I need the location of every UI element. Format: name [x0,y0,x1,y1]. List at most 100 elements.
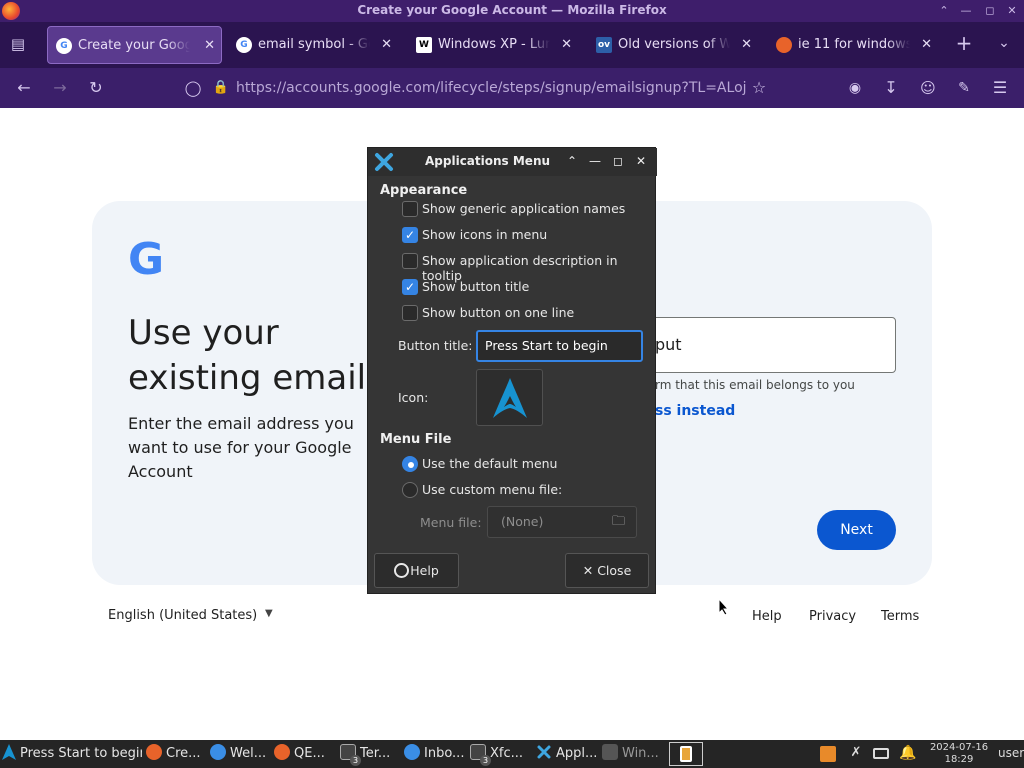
tab-ie11[interactable]: ie 11 for windows 10 ✕ [768,26,938,64]
tab-close-icon[interactable]: ✕ [381,26,392,64]
tab-close-icon[interactable]: ✕ [921,26,932,64]
appmenu-icon [536,744,552,760]
window-titlebar: Create your Google Account — Mozilla Fir… [0,0,1024,22]
dialog-shade-icon[interactable]: ⌃ [564,153,580,169]
workspace-thumbnail-icon [680,746,692,762]
close-window-icon[interactable]: ✕ [1004,3,1020,19]
icon-label: Icon: [398,390,429,405]
footer-help-link[interactable]: Help [752,609,782,624]
minimize-icon[interactable]: — [958,3,974,19]
default-menu-radio[interactable] [402,456,418,472]
next-button[interactable]: Next [817,510,896,550]
help-icon [394,563,410,578]
hamburger-menu-icon[interactable]: ☰ [988,76,1012,100]
download-icon[interactable]: ↧ [879,76,903,100]
navigation-toolbar: ← → ↻ ◯ 🔒 https://accounts.google.com/li… [0,68,1024,108]
notification-bell-icon[interactable]: 🔔 [899,745,917,763]
reload-icon[interactable]: ↻ [84,76,108,100]
extensions-puzzle-icon[interactable]: ✎ [952,76,976,100]
firefox-logo-icon[interactable] [2,2,20,20]
help-button-label: Help [410,563,439,578]
taskbar-item-label: Xfc... [490,746,524,761]
taskbar-item-window[interactable]: Win... [602,743,662,765]
icon-chooser-button[interactable] [476,369,543,426]
pocket-icon[interactable]: ◉ [843,76,867,100]
url-bar[interactable]: https://accounts.google.com/lifecycle/st… [236,78,746,98]
tab-create-google-account[interactable]: G Create your Google Account ✕ [47,26,222,64]
battery-icon[interactable] [873,748,889,759]
xfce-badge: 3 [480,755,491,766]
google-logo-icon: G [128,234,165,285]
close-icon: ✕ [582,563,594,578]
email-field-placeholder: put [655,335,682,354]
account-icon[interactable]: ☺ [916,76,940,100]
workspace-switcher[interactable] [669,742,703,766]
dialog-close-icon[interactable]: ✕ [633,153,649,169]
folder-icon: 🗀 [612,514,626,529]
taskbar-item-label: QE... [294,746,325,761]
tab-close-icon[interactable]: ✕ [561,26,572,64]
tab-email-symbol[interactable]: G email symbol - Google Search ✕ [228,26,398,64]
taskbar-item-label: Inbo... [424,746,465,761]
tab-close-icon[interactable]: ✕ [741,26,752,64]
globe-icon [210,744,226,760]
shield-icon[interactable]: ◯ [181,76,205,100]
taskbar-item-terminal[interactable]: Ter... [340,743,400,765]
back-arrow-icon[interactable]: ← [12,76,36,100]
tooltip-description-checkbox[interactable] [402,253,418,269]
chevron-up-icon[interactable]: ⌃ [936,3,952,19]
one-line-checkbox[interactable] [402,305,418,321]
tab-overview-icon[interactable]: ▤ [8,35,28,55]
network-off-icon[interactable]: ✗ [847,745,865,763]
tab-windows-xp-luna[interactable]: W Windows XP - Luna ✕ [408,26,578,64]
google-icon: G [56,38,72,54]
taskbar-item-appmenu[interactable]: Appl... [536,743,598,765]
terminal-badge: 3 [350,755,361,766]
dialog-titlebar: Applications Menu ⌃ — ◻ ✕ [368,148,657,176]
taskbar-item-qemu[interactable]: QE... [274,743,336,765]
email-hint: rm that this email belongs to you [655,378,855,392]
help-button[interactable]: Help [374,553,459,588]
dialog-minimize-icon[interactable]: — [587,153,603,169]
tab-old-versions-windows[interactable]: ov Old versions of Windows ✕ [588,26,758,64]
show-button-title-checkbox[interactable]: ✓ [402,279,418,295]
forward-arrow-icon[interactable]: → [48,76,72,100]
generic-names-checkbox[interactable] [402,201,418,217]
footer-terms-link[interactable]: Terms [881,609,919,624]
footer-privacy-link[interactable]: Privacy [809,609,856,624]
taskbar-item-firefox[interactable]: Cre... [146,743,206,765]
tab-close-icon[interactable]: ✕ [204,27,215,63]
bookmark-star-icon[interactable]: ☆ [747,76,771,100]
language-select[interactable]: English (United States) [108,608,257,623]
lock-icon[interactable]: 🔒 [209,76,233,100]
menu-file-chooser[interactable]: (None) 🗀 [487,506,637,538]
wiki-icon: W [416,37,432,53]
window-icon [602,744,618,760]
close-button[interactable]: ✕ Close [565,553,649,588]
use-address-link[interactable]: ss instead [655,403,735,419]
new-tab-plus-icon[interactable]: + [954,33,974,53]
taskbar-item-welcome[interactable]: Wel... [210,743,270,765]
maximize-icon[interactable]: ◻ [982,3,998,19]
default-menu-label: Use the default menu [422,456,558,471]
custom-menu-radio[interactable] [402,482,418,498]
start-menu-button[interactable]: Press Start to begin [2,743,142,765]
tray-app-icon[interactable] [820,746,836,762]
one-line-label: Show button on one line [422,305,575,320]
menu-file-heading: Menu File [380,432,452,447]
custom-menu-label: Use custom menu file: [422,482,563,497]
user-menu[interactable]: user [998,746,1024,760]
start-menu-label: Press Start to begin [20,746,142,761]
dialog-maximize-icon[interactable]: ◻ [610,153,626,169]
menu-file-value: (None) [501,514,544,529]
tab-list-chevron-icon[interactable]: ⌄ [994,33,1014,53]
mouse-cursor-icon [718,597,730,616]
clock[interactable]: 2024-07-16 18:29 [925,742,993,766]
arch-linux-icon [2,744,16,760]
show-icons-checkbox[interactable]: ✓ [402,227,418,243]
taskbar: Press Start to begin Cre... Wel... QE...… [0,740,1024,768]
button-title-input[interactable]: Press Start to begin [476,330,643,362]
taskbar-item-inbox[interactable]: Inbo... [404,743,466,765]
google-icon: G [236,37,252,53]
dropdown-arrow-icon[interactable]: ▼ [265,608,273,619]
